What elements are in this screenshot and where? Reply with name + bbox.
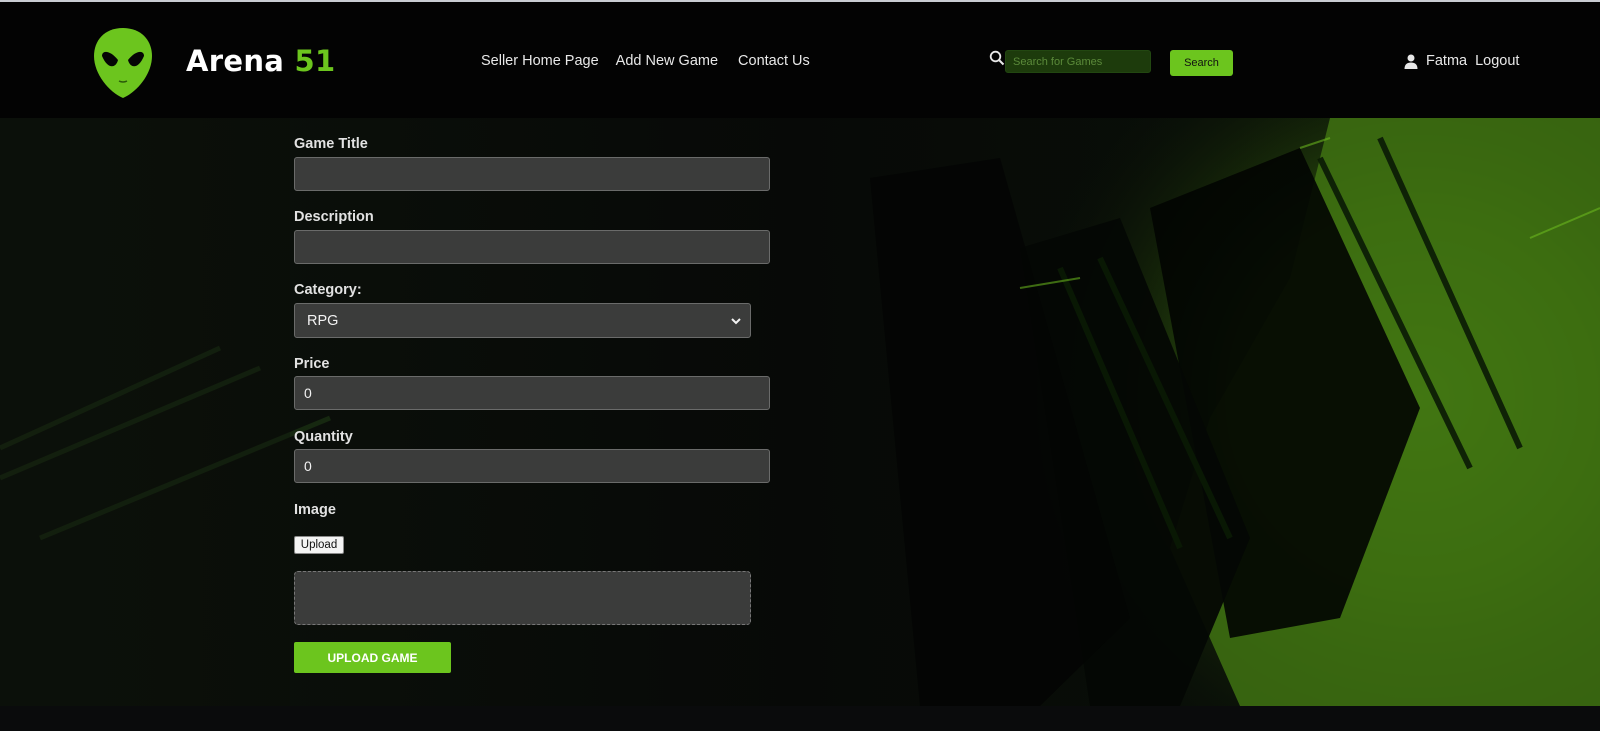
brand-title[interactable]: Arena 51: [186, 44, 336, 78]
search-input[interactable]: [1005, 50, 1151, 73]
game-title-label: Game Title: [294, 136, 368, 152]
alien-logo-icon[interactable]: [92, 26, 154, 100]
category-selected-value: RPG: [307, 312, 339, 329]
game-title-input[interactable]: [294, 157, 770, 191]
price-label: Price: [294, 356, 330, 372]
nav-add-new-game[interactable]: Add New Game: [616, 53, 718, 69]
upload-game-button[interactable]: UPLOAD GAME: [294, 642, 451, 673]
image-drop-zone[interactable]: [294, 571, 751, 625]
search-button[interactable]: Search: [1170, 50, 1233, 76]
price-input[interactable]: [294, 376, 770, 410]
chevron-down-icon: [731, 318, 741, 325]
add-game-section: Game Title Description Category: RPG Pri…: [0, 118, 1600, 706]
brand-number: 51: [294, 44, 336, 78]
user-icon: [1404, 54, 1418, 69]
nav-contact-us[interactable]: Contact Us: [738, 53, 810, 69]
footer: [0, 706, 1600, 731]
image-upload-button[interactable]: Upload: [294, 536, 344, 554]
user-menu: Fatma Logout: [1404, 53, 1519, 69]
quantity-label: Quantity: [294, 429, 353, 445]
logout-link[interactable]: Logout: [1475, 53, 1519, 69]
description-label: Description: [294, 209, 374, 225]
main-nav: Seller Home Page Add New Game Contact Us: [481, 53, 810, 69]
navbar: Arena 51 Seller Home Page Add New Game C…: [0, 2, 1600, 118]
search-icon[interactable]: [989, 50, 1005, 66]
description-input[interactable]: [294, 230, 770, 264]
background-artwork: [0, 118, 1600, 706]
category-label: Category:: [294, 282, 362, 298]
quantity-input[interactable]: [294, 449, 770, 483]
brand-name: Arena: [186, 44, 285, 78]
image-label: Image: [294, 502, 336, 518]
user-name[interactable]: Fatma: [1426, 53, 1467, 69]
category-select[interactable]: RPG: [294, 303, 751, 338]
nav-seller-home[interactable]: Seller Home Page: [481, 53, 599, 69]
